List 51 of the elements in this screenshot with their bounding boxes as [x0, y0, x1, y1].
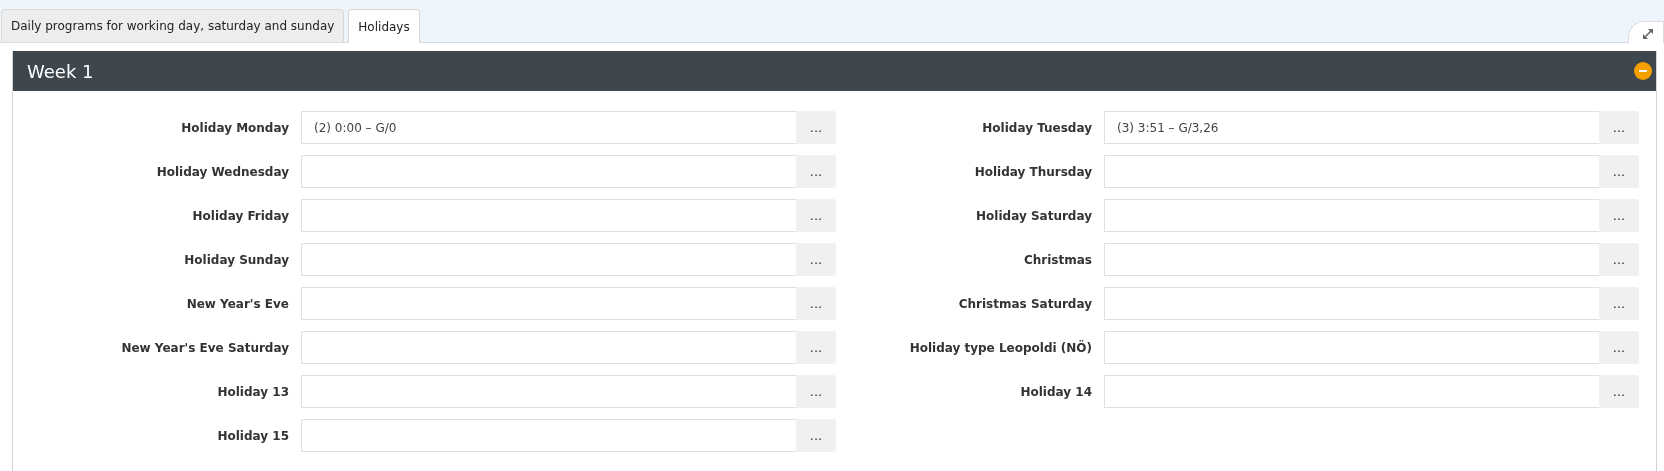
more-button[interactable]: ...	[796, 199, 836, 232]
field-label: Holiday 13	[216, 384, 289, 399]
input-field[interactable]	[301, 199, 796, 232]
panel-title: Week 1	[27, 60, 94, 82]
more-button[interactable]: ...	[1599, 199, 1639, 232]
expand-button[interactable]	[1628, 21, 1664, 43]
field-label: New Year's Eve	[185, 296, 289, 311]
input-field[interactable]	[1104, 199, 1599, 232]
expand-icon	[1641, 26, 1655, 41]
collapse-button[interactable]	[1634, 62, 1652, 80]
input-field[interactable]: (3) 3:51 – G/3,26	[1104, 111, 1599, 144]
input-field[interactable]	[1104, 287, 1599, 320]
more-button[interactable]: ...	[796, 287, 836, 320]
field-label: Holiday type Leopoldi (NÖ)	[908, 340, 1092, 355]
more-button[interactable]: ...	[1599, 243, 1639, 276]
more-button[interactable]: ...	[1599, 375, 1639, 408]
field-label: Christmas Saturday	[957, 296, 1092, 311]
field-label: Holiday Tuesday	[981, 120, 1092, 135]
more-button[interactable]: ...	[796, 155, 836, 188]
tab[interactable]: Holidays	[348, 9, 420, 43]
more-button[interactable]: ...	[796, 111, 836, 144]
field-label: Holiday 14	[1019, 384, 1092, 399]
field-label: Christmas	[1023, 252, 1092, 267]
more-button[interactable]: ...	[796, 375, 836, 408]
field-label: Holiday Wednesday	[155, 164, 289, 179]
input-field[interactable]	[1104, 375, 1599, 408]
input-field[interactable]	[301, 287, 796, 320]
more-button[interactable]: ...	[796, 419, 836, 452]
more-button[interactable]: ...	[1599, 331, 1639, 364]
input-field[interactable]	[1104, 331, 1599, 364]
input-field[interactable]: (2) 0:00 – G/0	[301, 111, 796, 144]
field-label: Holiday Saturday	[975, 208, 1092, 223]
input-field[interactable]	[301, 419, 796, 452]
input-field[interactable]	[301, 375, 796, 408]
more-button[interactable]: ...	[796, 243, 836, 276]
more-button[interactable]: ...	[796, 331, 836, 364]
more-button[interactable]: ...	[1599, 155, 1639, 188]
input-field[interactable]	[301, 331, 796, 364]
input-field[interactable]	[301, 243, 796, 276]
field-label: Holiday Monday	[180, 120, 289, 135]
field-label: Holiday Thursday	[973, 164, 1092, 179]
more-button[interactable]: ...	[1599, 111, 1639, 144]
input-field[interactable]	[301, 155, 796, 188]
field-label: Holiday Friday	[191, 208, 289, 223]
more-button[interactable]: ...	[1599, 287, 1639, 320]
field-label: Holiday 15	[216, 428, 289, 443]
input-field[interactable]	[1104, 243, 1599, 276]
input-field[interactable]	[1104, 155, 1599, 188]
field-label: New Year's Eve Saturday	[120, 340, 289, 355]
field-label: Holiday Sunday	[183, 252, 289, 267]
tab[interactable]: Daily programs for working day, saturday and sunday	[1, 9, 345, 42]
